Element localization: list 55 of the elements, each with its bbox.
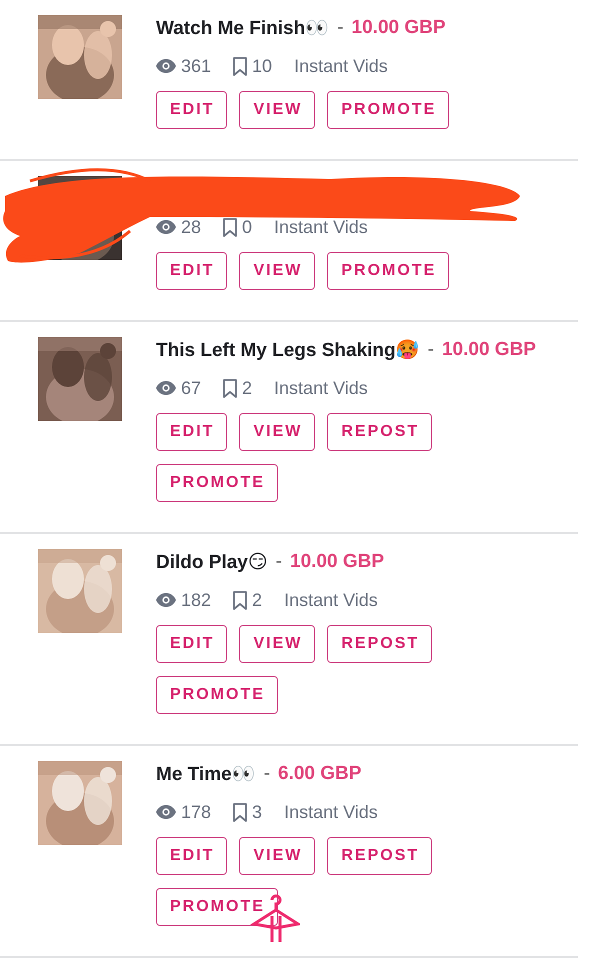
action-button[interactable]: EDIT xyxy=(156,837,228,875)
separator-dash: - xyxy=(337,17,344,39)
view-count: 28 xyxy=(181,216,202,238)
item-title: Me Time👀 xyxy=(156,763,256,786)
separator-dash: - xyxy=(276,551,282,573)
action-button[interactable]: VIEW xyxy=(239,413,316,451)
item-price: 10.00 GBP xyxy=(442,339,536,361)
view-count: 178 xyxy=(181,802,212,822)
action-button[interactable]: VIEW xyxy=(239,625,316,663)
action-button[interactable]: VIEW xyxy=(239,91,316,129)
category-label: Instant Vids xyxy=(284,802,378,822)
item-price: 10.00 GBP xyxy=(352,17,446,39)
action-button[interactable]: EDIT xyxy=(156,252,228,290)
item-price: 6.00 GBP xyxy=(278,763,362,785)
category-label: Instant Vids xyxy=(284,590,378,610)
eye-icon xyxy=(156,593,176,607)
save-count: 3 xyxy=(252,802,262,822)
view-count: 67 xyxy=(181,378,202,398)
item-title: Watch Me Finish👀 xyxy=(156,17,330,40)
save-count: 0 xyxy=(242,216,252,238)
item-price: 10.00 GBP xyxy=(290,551,384,573)
category-label: Instant Vids xyxy=(274,378,368,398)
save-count: 10 xyxy=(252,56,272,76)
category-label: Instant Vids xyxy=(274,216,368,238)
view-count: 182 xyxy=(181,590,212,610)
bookmark-icon xyxy=(223,218,238,236)
eye-icon xyxy=(156,805,176,819)
view-count: 361 xyxy=(181,56,212,76)
eye-icon xyxy=(156,220,176,234)
action-button[interactable]: PROMOTE xyxy=(327,91,450,129)
eye-icon xyxy=(156,381,176,395)
save-count: 2 xyxy=(252,590,262,610)
save-count: 2 xyxy=(242,378,252,398)
action-button[interactable]: VIEW xyxy=(239,837,316,875)
action-button[interactable]: EDIT xyxy=(156,413,228,451)
item-title: Dildo Play😏 xyxy=(156,550,268,574)
separator-dash: - xyxy=(264,763,270,785)
bookmark-icon xyxy=(223,378,238,398)
bookmark-icon xyxy=(233,56,248,76)
action-button[interactable]: VIEW xyxy=(239,252,316,290)
separator-dash: - xyxy=(428,339,434,361)
action-button[interactable]: EDIT xyxy=(156,625,228,663)
item-title: This Left My Legs Shaking🥵 xyxy=(156,338,420,362)
eye-icon xyxy=(156,59,176,73)
action-button[interactable]: EDIT xyxy=(156,91,228,129)
action-button[interactable]: PROMOTE xyxy=(327,252,450,290)
action-button[interactable]: REPOST xyxy=(327,837,432,875)
action-button[interactable]: PROMOTE xyxy=(156,464,278,502)
action-button[interactable]: PROMOTE xyxy=(156,888,278,926)
bookmark-icon xyxy=(233,590,248,610)
action-button[interactable]: PROMOTE xyxy=(156,676,278,714)
action-button[interactable]: REPOST xyxy=(327,413,432,451)
bookmark-icon xyxy=(233,802,248,822)
category-label: Instant Vids xyxy=(294,56,388,76)
action-button[interactable]: REPOST xyxy=(327,625,432,663)
